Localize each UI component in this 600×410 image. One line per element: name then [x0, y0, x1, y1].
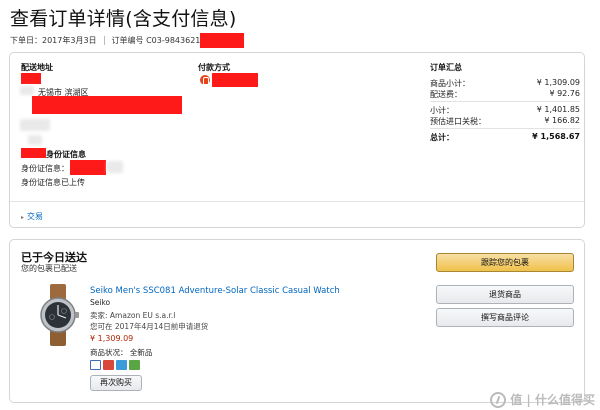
- product-price: ¥ 1,309.09: [90, 334, 134, 343]
- summary-row-subtotal: 小计： ¥ 1,401.85: [430, 105, 580, 116]
- summary-row-shipping: 配送费： ¥ 92.76: [430, 89, 580, 100]
- summary-divider-2: [430, 128, 580, 129]
- details-divider: [10, 201, 584, 202]
- order-meta: 下单日：2017年3月3日 订单编号 C03-9843621: [10, 33, 245, 48]
- return-items-button[interactable]: 退货商品: [436, 285, 574, 304]
- product-return-note: 您可在 2017年4月14日前申请退货: [90, 322, 209, 331]
- write-review-button[interactable]: 撰写商品评论: [436, 308, 574, 327]
- name-redaction: [21, 73, 41, 84]
- watermark: 值 | 什么值得买: [490, 391, 595, 408]
- summary-total-value: ¥ 1,568.67: [532, 132, 580, 141]
- address-blur-2: [20, 119, 50, 131]
- address-blur: [20, 86, 34, 95]
- summary-row-items: 商品小计： ¥ 1,309.09: [430, 78, 580, 89]
- id-number-redaction: [70, 160, 106, 175]
- product-condition: 商品状况： 全新品: [90, 348, 153, 357]
- order-summary-heading: 订单汇总: [430, 63, 462, 72]
- transactions-link[interactable]: 交易: [27, 212, 43, 221]
- summary-items-label: 商品小计：: [430, 79, 470, 88]
- payment-method-heading: 付款方式: [198, 63, 230, 72]
- product-watch-image[interactable]: [35, 284, 81, 346]
- id-info-status: 身份证信息已上传: [21, 178, 85, 187]
- summary-items-value: ¥ 1,309.09: [536, 78, 580, 87]
- email-share-icon[interactable]: [90, 360, 101, 370]
- page-title: 查看订单详情(含支付信息): [10, 8, 237, 30]
- order-number-redaction: [200, 33, 245, 48]
- track-package-button[interactable]: 跟踪您的包裹: [436, 253, 574, 272]
- payment-card-icon: [200, 75, 210, 85]
- id-info-label: 身份证信息：: [21, 164, 69, 173]
- product-brand: Seiko: [90, 298, 111, 307]
- order-details-box: 配送地址 无锡市 滨湖区 身份证信息 身份证信息： 身份证信息已上传 付款方式 …: [9, 52, 585, 228]
- summary-duty-label: 预估进口关税：: [430, 117, 486, 126]
- summary-shipping-value: ¥ 92.76: [549, 89, 580, 98]
- id-name-redaction: [21, 148, 46, 158]
- product-title-link[interactable]: Seiko Men's SSC081 Adventure-Solar Class…: [90, 286, 340, 296]
- shipment-box: 已于今日送达 您的包裹已配送 Seiko Men's SSC081 Advent…: [9, 239, 585, 403]
- summary-subtotal-value: ¥ 1,401.85: [536, 105, 580, 114]
- weibo-share-icon[interactable]: [103, 360, 114, 370]
- shipment-status-subtitle: 您的包裹已配送: [21, 264, 77, 273]
- summary-row-duty: 预估进口关税： ¥ 166.82: [430, 116, 580, 127]
- expand-caret-icon: ▸: [21, 214, 25, 221]
- summary-total-label: 总计：: [430, 133, 454, 142]
- summary-duty-value: ¥ 166.82: [544, 116, 580, 125]
- watermark-logo-icon: [490, 391, 507, 408]
- order-number: 订单编号 C03-9843621: [111, 36, 201, 45]
- address-blur-3: [28, 135, 42, 145]
- summary-row-total: 总计： ¥ 1,568.67: [430, 132, 580, 143]
- meta-divider: [103, 36, 105, 45]
- summary-divider: [430, 101, 580, 102]
- wechat-share-icon[interactable]: [129, 360, 140, 370]
- product-seller: 卖家: Amazon EU s.a.r.l: [90, 311, 176, 320]
- watermark-text: 值 | 什么值得买: [510, 393, 595, 407]
- summary-subtotal-label: 小计：: [430, 106, 454, 115]
- payment-redaction: [212, 73, 258, 87]
- qzone-share-icon[interactable]: [116, 360, 127, 370]
- address-redaction: [32, 96, 182, 114]
- order-date: 下单日：2017年3月3日: [10, 36, 97, 45]
- id-info-heading: 身份证信息: [46, 150, 86, 159]
- summary-shipping-label: 配送费：: [430, 90, 462, 99]
- buy-again-button[interactable]: 再次购买: [90, 375, 142, 391]
- shipping-address-heading: 配送地址: [21, 63, 53, 72]
- id-blur: [107, 161, 123, 173]
- transactions-toggle[interactable]: ▸ 交易: [21, 211, 43, 222]
